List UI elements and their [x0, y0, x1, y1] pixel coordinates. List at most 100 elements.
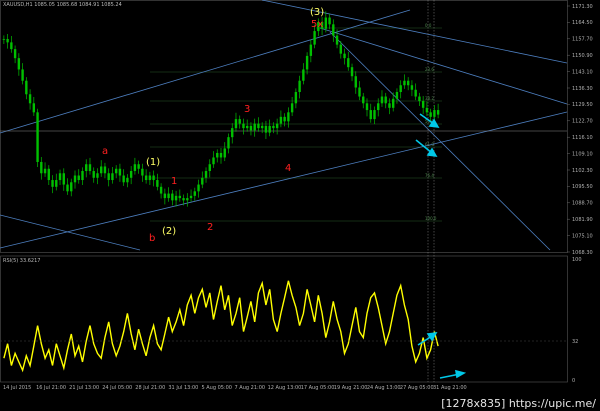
candle-body	[287, 112, 290, 122]
candle-body	[272, 125, 275, 129]
candle-body	[100, 166, 103, 174]
candle-body	[208, 164, 211, 172]
candle-body	[144, 175, 148, 181]
wave-label-4: 4	[285, 163, 291, 174]
candle-body	[253, 123, 256, 131]
candle-body	[234, 119, 238, 129]
time-tick-label: 16 Jul 21:00	[36, 385, 66, 391]
time-tick-label: 31 Jul 13:00	[168, 385, 198, 391]
wave-label-1-yellow: (1)	[146, 157, 160, 168]
price-tick-label: 1116.10	[572, 135, 593, 141]
candle-body	[182, 198, 185, 201]
wave-label-2: 2	[207, 222, 213, 233]
candle-body	[328, 17, 331, 25]
main-pane-header: XAUUSD,H1 1085.05 1085.68 1084.91 1085.2…	[3, 2, 122, 8]
candle-body	[238, 119, 241, 124]
candle-body	[62, 173, 65, 185]
candle-body	[219, 152, 223, 158]
wave-label-2-yellow: (2)	[162, 226, 176, 237]
time-tick-label: 24 Jul 05:00	[102, 385, 132, 391]
candle-body	[257, 123, 260, 129]
candle-body	[174, 195, 178, 201]
rsi-tick-label: 100	[572, 257, 582, 263]
candle-body	[260, 125, 264, 129]
candle-body	[85, 164, 88, 172]
fib-label: 0.0	[425, 23, 432, 28]
candle-body	[137, 164, 140, 169]
candle-body	[429, 112, 432, 117]
candle-body	[373, 110, 376, 120]
candle-body	[156, 180, 159, 187]
candle-body	[167, 193, 170, 199]
wave-label-a: a	[102, 146, 108, 157]
candle-body	[141, 168, 144, 176]
price-tick-label: 1122.70	[572, 119, 593, 125]
wave-label-3-yellow: (3)	[310, 7, 324, 18]
candle-body	[43, 168, 47, 174]
candle-body	[111, 173, 114, 181]
price-tick-label: 1088.70	[572, 201, 593, 207]
price-tick-label: 1075.10	[572, 233, 593, 239]
price-axis: 1171.30 1164.50 1157.70 1150.90 1143.10 1136.…	[567, 4, 593, 256]
arrow-head	[426, 332, 438, 342]
rsi-pane-header: RSI(5) 33.6217	[3, 258, 40, 264]
descending-channel-mid	[319, 27, 568, 105]
price-tick-label: 1109.10	[572, 151, 593, 157]
time-tick-label: 12 Aug 13:00	[268, 385, 302, 391]
candle-body	[395, 92, 399, 99]
time-tick-label: 24 Aug 13:00	[367, 385, 401, 391]
candle-body	[358, 87, 361, 97]
candle-body	[133, 164, 137, 172]
candle-body	[189, 195, 193, 199]
candle-body	[17, 58, 21, 70]
candle-body	[298, 80, 301, 93]
price-tick-label: 1081.90	[572, 217, 593, 223]
candle-body	[242, 123, 245, 129]
price-tick-label: 1102.30	[572, 168, 593, 174]
candle-body	[25, 80, 28, 95]
candle-body	[148, 175, 152, 181]
price-chart[interactable]: XAUUSD,H1 1085.05 1085.68 1084.91 1085.2…	[0, 0, 600, 411]
candle-body	[343, 53, 346, 59]
candle-body	[365, 103, 369, 111]
candle-body	[10, 42, 13, 50]
candle-body	[152, 175, 155, 181]
price-tick-label: 1171.30	[572, 4, 593, 10]
candle-body	[40, 161, 43, 174]
candle-body	[410, 85, 414, 90]
fibonacci-levels: 0.0 23.6 38.2 50.0 61.8 76.4 100.0	[150, 23, 442, 222]
candle-body	[246, 125, 249, 129]
upper-channel-line	[0, 9, 411, 134]
candle-body	[332, 24, 335, 36]
candle-body	[171, 193, 174, 201]
candle-body	[324, 17, 328, 29]
candle-body	[433, 110, 436, 117]
candle-body	[227, 137, 230, 149]
candle-body	[335, 35, 339, 45]
rsi-axis: 100 32 0	[572, 257, 582, 384]
candle-body	[13, 49, 17, 59]
candle-body	[283, 116, 286, 122]
candle-body	[73, 175, 77, 183]
watermark: [1278x835] https://upic.me/	[439, 397, 598, 410]
candle-body	[290, 103, 294, 113]
candle-body	[103, 166, 107, 174]
candle-body	[279, 116, 283, 124]
candle-body	[377, 103, 380, 111]
candle-body	[305, 55, 309, 70]
candle-body	[309, 44, 313, 56]
candle-body	[384, 96, 387, 104]
wave-label-b: b	[149, 233, 155, 244]
rsi-tick-label: 32	[572, 339, 578, 345]
time-tick-label: 17 Aug 05:00	[301, 385, 335, 391]
candle-body	[369, 110, 372, 120]
candle-body	[70, 182, 73, 192]
time-tick-label: 21 Jul 13:00	[69, 385, 99, 391]
time-axis: 14 Jul 2015 16 Jul 21:00 21 Jul 13:00 24 Ju…	[3, 385, 467, 391]
price-tick-label: 1150.90	[572, 53, 593, 59]
candle-body	[118, 168, 122, 176]
time-tick-label: 28 Jul 21:00	[135, 385, 165, 391]
candle-body	[339, 44, 342, 54]
candle-body	[2, 38, 6, 40]
candle-body	[28, 94, 32, 104]
